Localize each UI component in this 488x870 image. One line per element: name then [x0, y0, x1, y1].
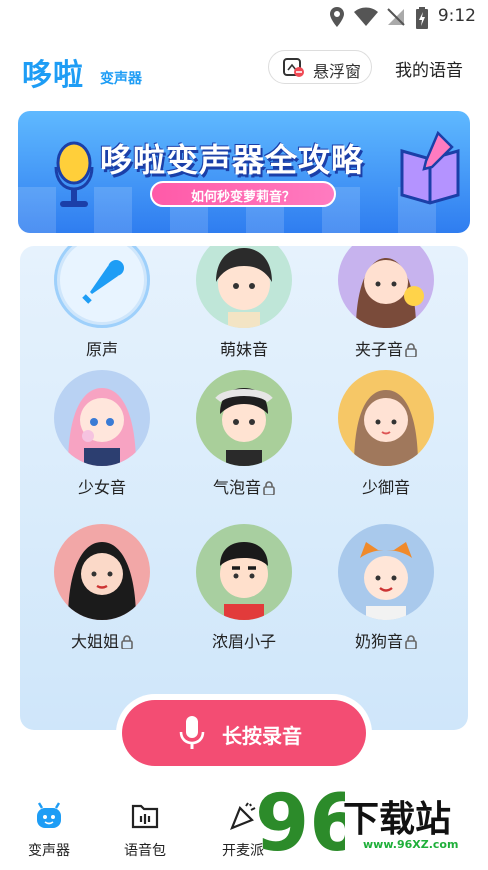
- banner-subtitle-pill: 如何秒变萝莉音？: [150, 181, 336, 207]
- voice-card-thick-brow-boy[interactable]: 浓眉小子: [184, 524, 304, 654]
- voice-name: 少女音: [77, 478, 126, 497]
- voice-card-young-mature[interactable]: 少御音: [326, 370, 446, 500]
- clip-voice-avatar: [338, 246, 434, 328]
- status-bar: 9:12: [0, 0, 488, 36]
- party-horn-icon: [230, 802, 256, 830]
- nav-item-voice-pack[interactable]: 语音包: [110, 802, 180, 860]
- voice-changer-icon: [37, 802, 61, 828]
- voice-card-young-girl[interactable]: 少女音: [42, 370, 162, 500]
- original-voice-avatar: [54, 246, 150, 328]
- float-window-icon: [283, 58, 305, 82]
- big-sister-avatar: [54, 524, 150, 620]
- location-icon: [330, 7, 344, 31]
- cute-girl-avatar: [196, 246, 292, 328]
- puppy-voice-avatar: [338, 524, 434, 620]
- app-header: 哆啦 变声器 悬浮窗 我的语音: [0, 44, 488, 93]
- thick-brow-boy-avatar: [196, 524, 292, 620]
- no-signal-icon: [386, 7, 406, 31]
- young-girl-avatar: [54, 370, 150, 466]
- nav-label: 语音包: [124, 843, 166, 859]
- guide-banner[interactable]: 哆啦变声器全攻略 如何秒变萝莉音？: [18, 111, 470, 233]
- lock-icon: [121, 634, 133, 650]
- voice-name: 少御音: [361, 478, 410, 497]
- voice-card-clip[interactable]: 夹子音: [326, 246, 446, 362]
- lock-icon: [405, 634, 417, 650]
- bubble-voice-avatar: [196, 370, 292, 466]
- watermark-url: www.96XZ.com: [363, 838, 459, 851]
- voice-panel: 原声 萌妹音 夹子音 少女音 气泡音 少御音 大姐姐 浓眉小子 奶狗音: [20, 246, 468, 730]
- voice-name: 浓眉小子: [211, 632, 276, 651]
- voice-card-original[interactable]: 原声: [42, 246, 162, 362]
- watermark-logo-icon: 96: [255, 779, 364, 869]
- voice-name: 大姐姐: [42, 628, 162, 652]
- voice-card-puppy[interactable]: 奶狗音: [326, 524, 446, 654]
- lock-icon: [263, 480, 275, 496]
- voice-card-cute-girl[interactable]: 萌妹音: [184, 246, 304, 362]
- record-button-label: 长按录音: [222, 724, 302, 748]
- banner-subtitle: 如何秒变萝莉音？: [190, 190, 295, 205]
- site-watermark: 96 下载站 www.96XZ.com: [255, 779, 458, 870]
- microphone-illustration-icon: [44, 141, 104, 215]
- voice-card-bubble[interactable]: 气泡音: [184, 370, 304, 500]
- lock-icon: [405, 342, 417, 358]
- voice-card-big-sister[interactable]: 大姐姐: [42, 524, 162, 654]
- microphone-icon: [178, 716, 206, 754]
- app-logo: 哆啦: [22, 58, 84, 93]
- voice-name: 奶狗音: [326, 628, 446, 652]
- float-window-label: 悬浮窗: [313, 62, 362, 81]
- clock: 9:12: [437, 6, 476, 26]
- my-voice-link[interactable]: 我的语音: [395, 56, 463, 81]
- microphone-icon: [60, 246, 144, 322]
- book-illustration-icon: [398, 130, 462, 209]
- nav-item-voice-changer[interactable]: 变声器: [14, 802, 84, 860]
- banner-title: 哆啦变声器全攻略: [100, 141, 365, 179]
- hold-to-record-button[interactable]: 长按录音: [122, 700, 366, 766]
- voice-name: 萌妹音: [219, 340, 268, 359]
- voice-name: 原声: [85, 340, 118, 359]
- watermark-text: 下载站: [343, 799, 452, 840]
- young-mature-avatar: [338, 370, 434, 466]
- battery-icon: [416, 7, 428, 33]
- voice-name: 气泡音: [184, 474, 304, 498]
- nav-label: 变声器: [28, 843, 70, 859]
- wifi-icon: [354, 7, 378, 31]
- voice-pack-icon: [131, 804, 159, 829]
- float-window-button[interactable]: 悬浮窗: [268, 50, 372, 84]
- voice-name: 夹子音: [326, 336, 446, 360]
- app-logo-subtitle: 变声器: [100, 71, 142, 87]
- svg-text:96: 96: [255, 780, 345, 866]
